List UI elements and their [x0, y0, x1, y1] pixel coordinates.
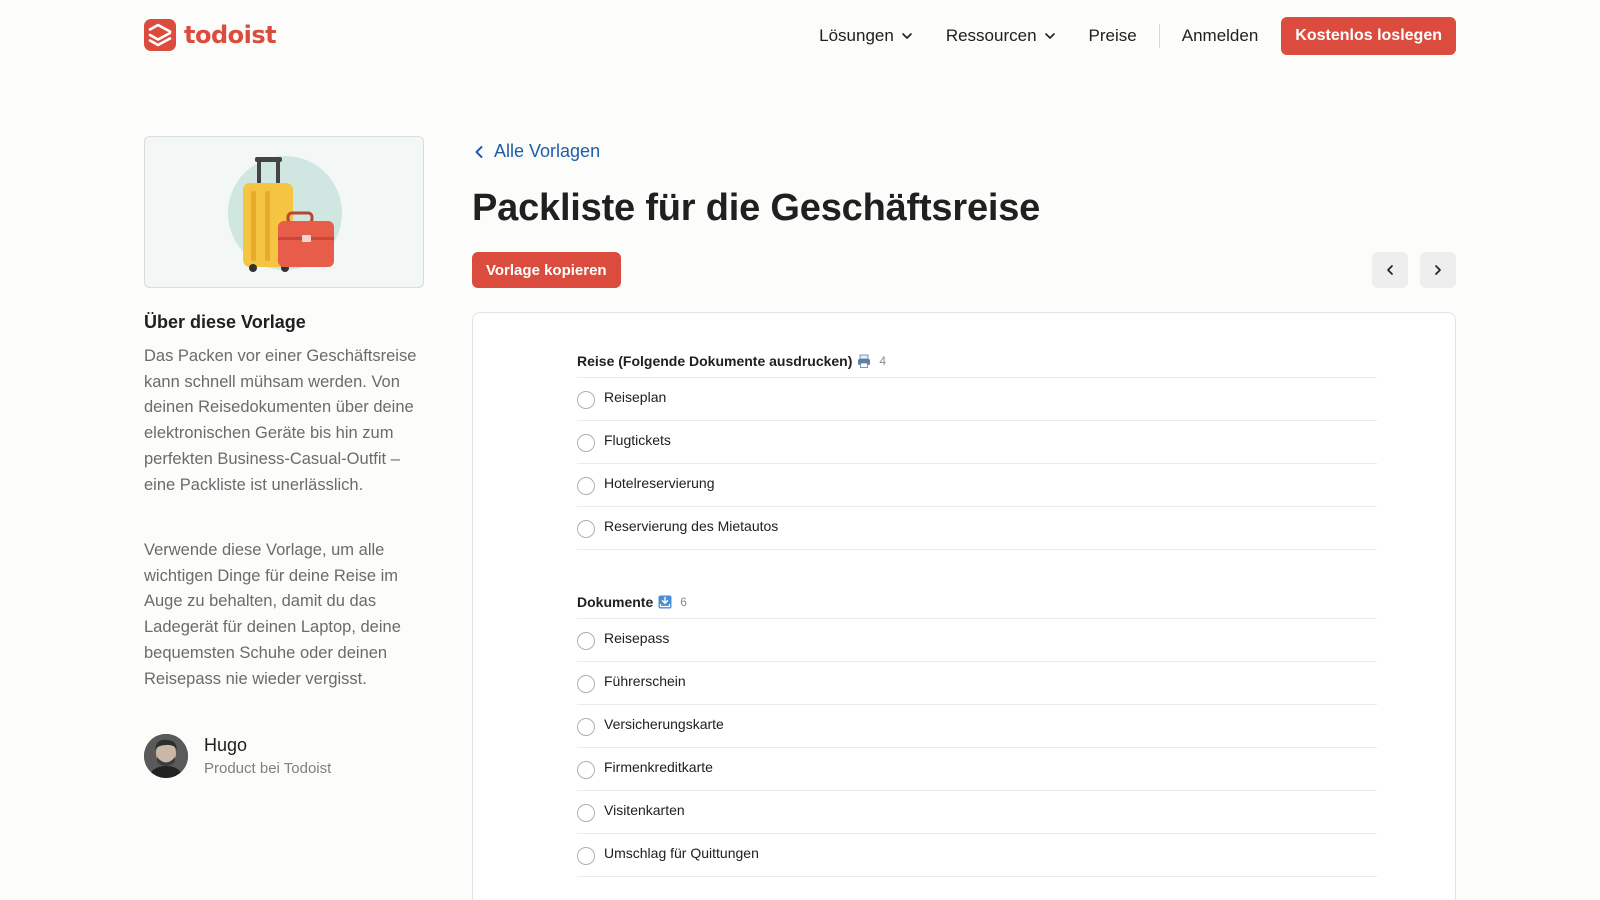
task-list: Reisepass Führerschein Versicherungskart…: [577, 618, 1377, 877]
task-checkbox[interactable]: [577, 434, 595, 452]
about-title: Über diese Vorlage: [144, 312, 306, 332]
about-description: Das Packen vor einer Geschäftsreise kann…: [144, 347, 417, 494]
task-label: Versicherungskarte: [604, 716, 724, 732]
task-item: Flugtickets: [577, 421, 1377, 464]
author-card: Hugo Product bei Todoist: [144, 734, 331, 778]
task-label: Firmenkreditkarte: [604, 759, 713, 775]
task-item: Reiseplan: [577, 378, 1377, 421]
copy-template-button[interactable]: Vorlage kopieren: [472, 252, 621, 288]
chevron-left-icon: [1387, 265, 1393, 275]
task-item: Firmenkreditkarte: [577, 748, 1377, 791]
task-checkbox[interactable]: [577, 632, 595, 650]
template-illustration: [144, 136, 424, 288]
section-documents: Dokumente 6 Reisepass Führerschein Versi…: [577, 590, 1377, 877]
section-header: Reise (Folgende Dokumente ausdrucken) 4: [577, 349, 1377, 373]
login-link[interactable]: Anmelden: [1182, 26, 1259, 46]
nav-resources-label: Ressourcen: [945, 26, 1037, 45]
template-preview: Reise (Folgende Dokumente ausdrucken) 4 …: [472, 312, 1456, 900]
task-checkbox[interactable]: [577, 804, 595, 822]
section-title: Reise (Folgende Dokumente ausdrucken): [577, 353, 853, 369]
task-item: Visitenkarten: [577, 791, 1377, 834]
section-title: Dokumente: [577, 594, 654, 610]
task-item: Hotelreservierung: [577, 464, 1377, 507]
task-checkbox[interactable]: [577, 675, 595, 693]
task-list: Reiseplan Flugtickets Hotelreservierung …: [577, 377, 1377, 550]
chevron-down-icon: [1044, 33, 1055, 39]
about-usage: Verwende diese Vorlage, um alle wichtige…: [144, 541, 401, 688]
task-label: Reiseplan: [604, 389, 667, 405]
task-count: 6: [680, 595, 687, 609]
task-item: Versicherungskarte: [577, 705, 1377, 748]
task-label: Flugtickets: [604, 432, 671, 448]
task-label: Reservierung des Mietautos: [604, 518, 779, 534]
nav-divider: [1158, 24, 1160, 48]
task-item: Reservierung des Mietautos: [577, 507, 1377, 550]
page-title: Packliste für die Geschäftsreise: [472, 187, 1041, 229]
nav-resources[interactable]: Ressourcen: [946, 26, 1057, 46]
task-checkbox[interactable]: [577, 391, 595, 409]
task-item: Umschlag für Quittungen: [577, 834, 1377, 877]
task-checkbox[interactable]: [577, 847, 595, 865]
signup-button[interactable]: Kostenlos loslegen: [1281, 17, 1456, 55]
logo-wordmark: todoist: [184, 21, 277, 49]
task-item: Führerschein: [577, 662, 1377, 705]
chevron-right-icon: [1435, 265, 1441, 275]
nav-pricing[interactable]: Preise: [1089, 26, 1137, 46]
task-checkbox[interactable]: [577, 761, 595, 779]
task-checkbox[interactable]: [577, 520, 595, 538]
previous-template-button[interactable]: [1372, 252, 1408, 288]
next-template-button[interactable]: [1420, 252, 1456, 288]
task-checkbox[interactable]: [577, 718, 595, 736]
nav-solutions[interactable]: Lösungen: [819, 26, 914, 46]
task-label: Umschlag für Quittungen: [604, 845, 759, 861]
main-nav: Lösungen Ressourcen Preise Anmelden Kost…: [819, 17, 1456, 55]
back-to-templates-link[interactable]: Alle Vorlagen: [474, 141, 600, 162]
nav-solutions-label: Lösungen: [819, 26, 894, 45]
printer-icon: [858, 354, 871, 368]
suitcase-icon: [228, 156, 342, 272]
task-label: Reisepass: [604, 630, 670, 646]
todoist-logo-icon: [144, 19, 176, 51]
chevron-left-icon: [475, 145, 483, 158]
inbox-tray-icon: [658, 595, 672, 609]
section-travel: Reise (Folgende Dokumente ausdrucken) 4 …: [577, 349, 1377, 550]
task-checkbox[interactable]: [577, 477, 595, 495]
author-role: Product bei Todoist: [204, 760, 332, 777]
author-name: Hugo: [204, 735, 248, 755]
task-item: Reisepass: [577, 619, 1377, 662]
todoist-logo[interactable]: todoist: [144, 19, 277, 51]
site-header: todoist Lösungen Ressourcen Preise Anmel…: [0, 0, 1600, 72]
avatar: [144, 734, 188, 778]
chevron-down-icon: [902, 33, 912, 39]
section-header: Dokumente 6: [577, 590, 1377, 614]
task-label: Führerschein: [604, 673, 686, 689]
task-count: 4: [879, 354, 887, 368]
back-link-label: Alle Vorlagen: [494, 141, 601, 161]
task-label: Hotelreservierung: [604, 475, 715, 491]
task-label: Visitenkarten: [604, 802, 685, 818]
